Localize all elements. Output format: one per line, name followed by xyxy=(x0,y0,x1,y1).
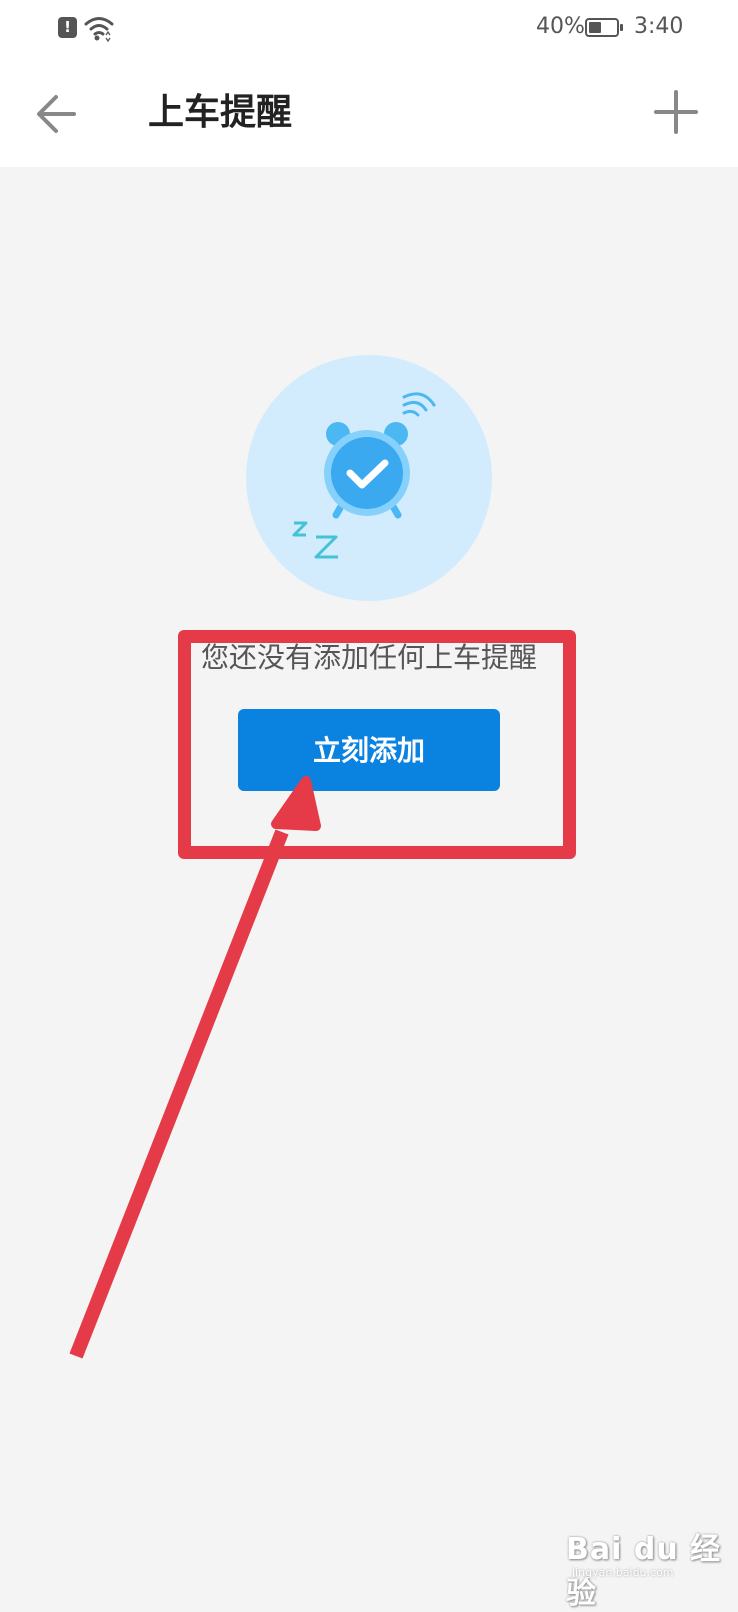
battery-percent: 40% xyxy=(536,14,585,39)
alarm-clock-illustration xyxy=(246,355,492,601)
baidu-watermark-url: jingyan.baidu.com xyxy=(572,1566,674,1579)
app-bar: 上车提醒 xyxy=(0,58,738,167)
alert-icon: ! xyxy=(58,17,77,38)
alarm-clock-check-icon xyxy=(292,392,436,559)
page-title: 上车提醒 xyxy=(148,92,293,133)
battery-icon xyxy=(585,18,623,37)
arrow-left-icon[interactable] xyxy=(30,86,86,142)
status-bar: ! 40% 3:40 xyxy=(0,0,738,58)
annotation-highlight-box xyxy=(178,630,576,859)
clock: 3:40 xyxy=(634,14,684,39)
wifi-icon xyxy=(84,17,114,42)
plus-icon[interactable] xyxy=(648,84,704,140)
